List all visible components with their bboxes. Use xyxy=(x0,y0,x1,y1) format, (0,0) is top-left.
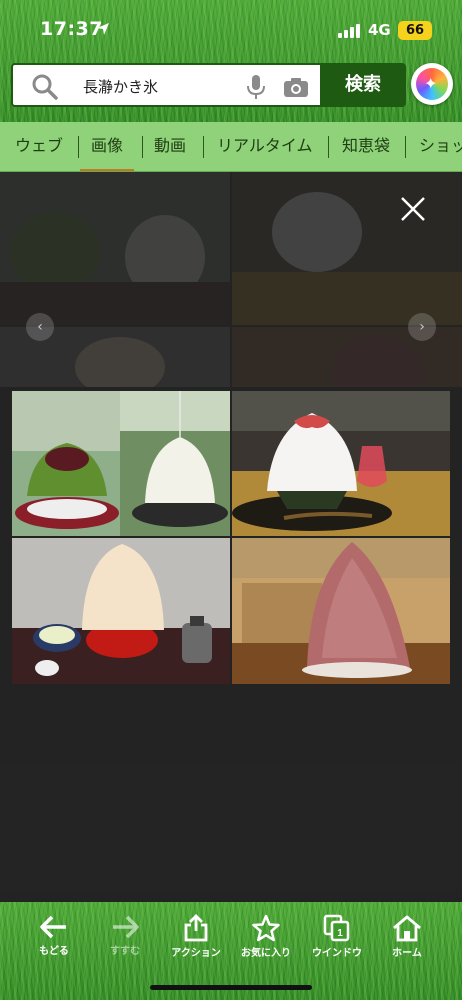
assistant-logo-icon: ✦ xyxy=(416,68,448,100)
forward-button[interactable]: すすむ xyxy=(89,914,161,966)
windows-icon: 1 xyxy=(323,914,350,942)
action-label: アクション xyxy=(171,948,221,959)
header: 17:37 4G 66 長瀞かき氷 検索 ✦ xyxy=(0,0,462,122)
search-bar[interactable]: 長瀞かき氷 検索 xyxy=(11,63,406,107)
forward-label: すすむ xyxy=(110,946,140,957)
windows-label: ウインドウ xyxy=(312,948,362,959)
image-results-area: ‹ › xyxy=(0,172,462,902)
shaved-ice-photo xyxy=(232,538,450,684)
svg-text:1: 1 xyxy=(337,928,343,939)
tab-divider xyxy=(405,136,406,158)
star-icon xyxy=(252,914,280,942)
home-icon xyxy=(393,915,421,942)
shaved-ice-photo xyxy=(232,391,450,536)
tab-divider xyxy=(142,136,143,158)
favorites-label: お気に入り xyxy=(241,948,291,959)
tab-chiebukuro[interactable]: 知恵袋 xyxy=(342,122,390,171)
image-preview[interactable] xyxy=(12,391,450,684)
action-button[interactable]: アクション xyxy=(160,914,232,966)
search-button[interactable]: 検索 xyxy=(320,63,406,107)
search-icon xyxy=(32,74,58,100)
tab-video[interactable]: 動画 xyxy=(154,122,186,171)
tab-realtime[interactable]: リアルタイム xyxy=(217,122,313,171)
status-time: 17:37 xyxy=(40,18,103,40)
favorites-button[interactable]: お気に入り xyxy=(230,914,302,966)
tab-divider xyxy=(78,136,79,158)
back-label: もどる xyxy=(39,946,69,957)
search-category-tabs: ウェブ 画像 動画 リアルタイム 知恵袋 ショッ xyxy=(0,122,462,172)
tab-divider xyxy=(203,136,204,158)
signal-icon xyxy=(338,24,364,38)
tab-shopping[interactable]: ショッ xyxy=(419,122,462,171)
next-arrow-icon[interactable]: › xyxy=(408,313,436,341)
microphone-icon[interactable] xyxy=(245,74,267,100)
previous-arrow-icon[interactable]: ‹ xyxy=(26,313,54,341)
battery-icon: 66 xyxy=(398,21,432,40)
assistant-button[interactable]: ✦ xyxy=(411,63,453,105)
windows-button[interactable]: 1 ウインドウ xyxy=(301,914,373,966)
forward-arrow-icon xyxy=(113,915,139,939)
tab-web[interactable]: ウェブ xyxy=(15,122,63,171)
share-icon xyxy=(184,914,208,942)
camera-icon[interactable] xyxy=(283,76,309,98)
close-icon[interactable] xyxy=(398,194,428,224)
shaved-ice-photo xyxy=(12,538,230,684)
shaved-ice-photo xyxy=(12,391,230,536)
home-indicator xyxy=(150,985,312,990)
back-arrow-icon xyxy=(40,915,66,939)
search-input[interactable]: 長瀞かき氷 xyxy=(83,75,243,99)
status-bar: 17:37 4G 66 xyxy=(0,0,462,60)
back-button[interactable]: もどる xyxy=(18,914,90,966)
tab-divider xyxy=(328,136,329,158)
home-label: ホーム xyxy=(392,948,422,959)
location-arrow-icon xyxy=(97,23,109,35)
tab-images[interactable]: 画像 xyxy=(80,122,135,171)
network-type: 4G xyxy=(368,21,391,39)
home-button[interactable]: ホーム xyxy=(371,914,443,966)
